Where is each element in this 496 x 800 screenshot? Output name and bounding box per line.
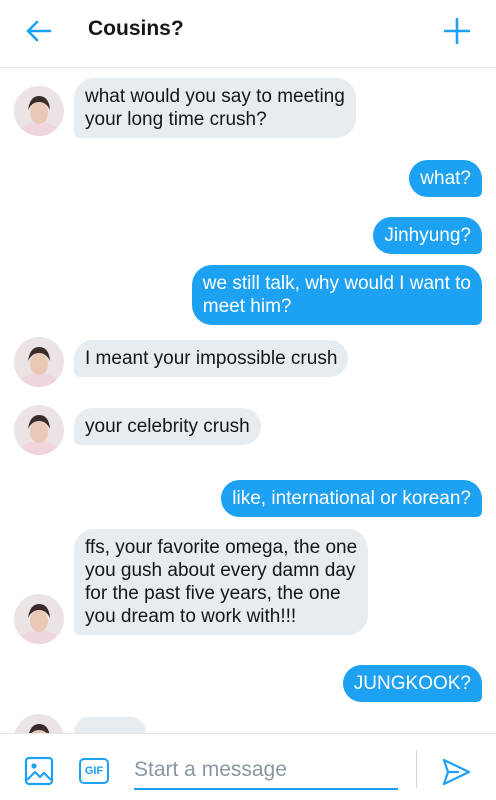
- send-button[interactable]: [440, 756, 472, 788]
- message-composer: GIF: [0, 733, 496, 800]
- outgoing-message[interactable]: JUNGKOOK?: [342, 665, 482, 702]
- add-participant-button[interactable]: [440, 14, 474, 48]
- incoming-message[interactable]: [74, 717, 146, 733]
- avatar[interactable]: [14, 594, 64, 644]
- add-media-button[interactable]: [24, 756, 54, 786]
- composer-divider: [416, 750, 417, 788]
- message-input[interactable]: [134, 752, 398, 790]
- outgoing-message[interactable]: what?: [409, 160, 482, 197]
- gif-button[interactable]: GIF: [79, 758, 109, 784]
- incoming-message[interactable]: what would you say to meeting your long …: [74, 78, 356, 138]
- outgoing-message[interactable]: Jinhyung?: [373, 217, 482, 254]
- incoming-message[interactable]: I meant your impossible crush: [74, 340, 349, 377]
- conversation-title: Cousins?: [88, 17, 184, 40]
- avatar[interactable]: [14, 714, 64, 733]
- avatar[interactable]: [14, 405, 64, 455]
- avatar[interactable]: [14, 86, 64, 136]
- outgoing-message[interactable]: like, international or korean?: [221, 480, 482, 517]
- back-button[interactable]: [22, 14, 56, 48]
- plus-icon: [444, 18, 470, 44]
- conversation-header: Cousins?: [0, 0, 496, 68]
- image-icon: [24, 756, 54, 786]
- incoming-message[interactable]: your celebrity crush: [74, 408, 261, 445]
- send-icon: [442, 758, 471, 786]
- incoming-message[interactable]: ffs, your favorite omega, the one you gu…: [74, 529, 369, 635]
- arrow-left-icon: [26, 20, 52, 42]
- outgoing-message[interactable]: we still talk, why would I want to meet …: [191, 265, 482, 325]
- message-list[interactable]: what would you say to meeting your long …: [0, 69, 496, 733]
- avatar[interactable]: [14, 337, 64, 387]
